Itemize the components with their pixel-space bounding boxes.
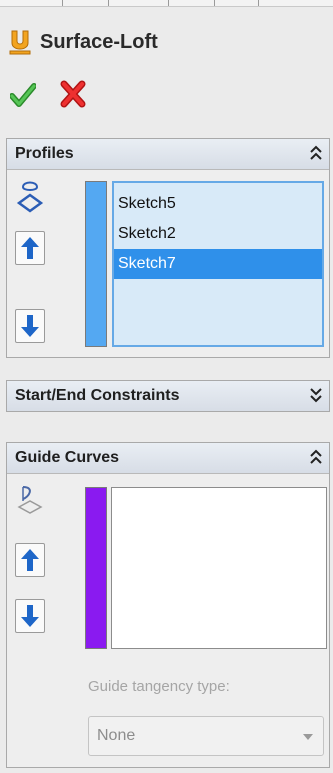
guide-curves-list[interactable] bbox=[111, 487, 327, 649]
x-icon[interactable] bbox=[60, 80, 86, 108]
guide-tangency-value: None bbox=[97, 727, 136, 744]
guide-move-down-button[interactable] bbox=[15, 599, 45, 633]
list-item[interactable]: Sketch7 bbox=[114, 249, 322, 279]
profiles-list[interactable]: Sketch5 Sketch2 Sketch7 bbox=[112, 181, 324, 347]
move-down-button[interactable] bbox=[15, 309, 45, 343]
down-arrow-icon bbox=[21, 605, 39, 627]
tab-divider bbox=[214, 0, 215, 6]
tab-divider bbox=[62, 0, 63, 6]
profiles-title: Profiles bbox=[15, 145, 74, 162]
top-strip bbox=[0, 0, 333, 7]
chevron-up-icon[interactable] bbox=[309, 448, 323, 466]
start-end-constraints-section: Start/End Constraints bbox=[6, 380, 330, 412]
list-item[interactable]: Sketch5 bbox=[114, 189, 322, 219]
guide-tangency-label: Guide tangency type: bbox=[88, 678, 230, 695]
up-arrow-icon bbox=[21, 549, 39, 571]
feature-title: Surface-Loft bbox=[40, 31, 158, 53]
guide-curves-color-bar bbox=[85, 487, 107, 649]
profile-icon bbox=[16, 181, 44, 213]
start-end-header[interactable]: Start/End Constraints bbox=[7, 381, 329, 411]
profiles-section: Profiles Sketch5 Sketch2 Sketch7 bbox=[6, 138, 330, 358]
move-up-button[interactable] bbox=[15, 231, 45, 265]
up-arrow-icon bbox=[21, 237, 39, 259]
down-arrow-icon bbox=[21, 315, 39, 337]
tab-divider bbox=[258, 0, 259, 6]
checkmark-icon[interactable] bbox=[10, 82, 36, 108]
list-item[interactable]: Sketch2 bbox=[114, 219, 322, 249]
guide-tangency-select[interactable]: None bbox=[88, 716, 324, 756]
guide-curve-icon bbox=[17, 486, 43, 514]
start-end-title: Start/End Constraints bbox=[15, 387, 180, 404]
profiles-header[interactable]: Profiles bbox=[7, 139, 329, 170]
loft-icon bbox=[9, 30, 31, 55]
guide-curves-title: Guide Curves bbox=[15, 449, 120, 466]
guide-move-up-button[interactable] bbox=[15, 543, 45, 577]
profiles-color-bar bbox=[85, 181, 107, 347]
property-manager-title: Surface-Loft bbox=[6, 24, 328, 62]
chevron-up-icon[interactable] bbox=[309, 144, 323, 162]
chevron-down-icon[interactable] bbox=[309, 386, 323, 404]
dropdown-arrow-icon bbox=[303, 734, 313, 740]
guide-curves-header[interactable]: Guide Curves bbox=[7, 443, 329, 474]
tab-divider bbox=[108, 0, 109, 6]
tab-divider bbox=[168, 0, 169, 6]
